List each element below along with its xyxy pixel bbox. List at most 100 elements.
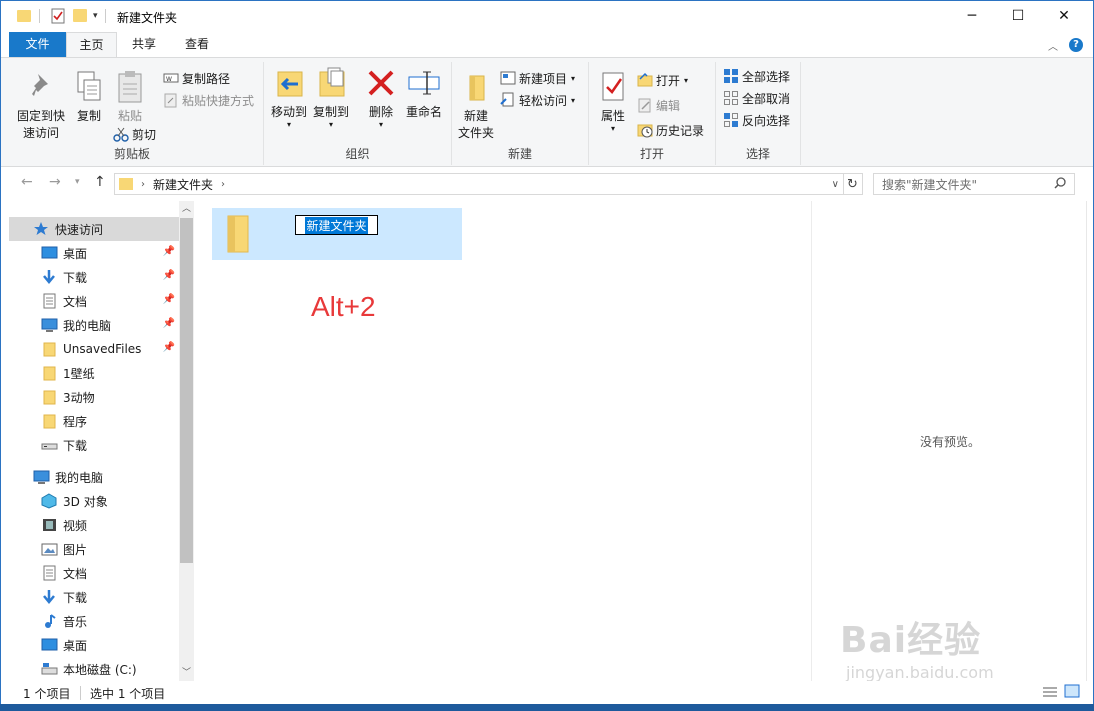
pin-icon[interactable]: 📌 [163,342,175,353]
close-button[interactable]: ✕ [1041,1,1087,31]
up-button[interactable]: ↑ [94,174,106,190]
sidebar-item[interactable]: 下载 [9,585,179,609]
history-clock-icon [637,122,653,138]
tab-view[interactable]: 查看 [171,32,223,57]
pin-quick-access-button[interactable]: 固定到快 速访问 [11,70,71,142]
nav-quick-access[interactable]: 快速访问 [9,217,179,241]
pin-icon[interactable]: 📌 [163,246,175,257]
edit-button[interactable]: 编辑 [637,95,680,115]
scroll-down-icon[interactable]: ﹀ [179,665,194,681]
sidebar-item[interactable]: 图片 [9,537,179,561]
edit-icon [637,97,653,113]
new-group-label: 新建 [507,147,532,161]
sidebar-item[interactable]: 我的电脑 📌 [9,313,179,337]
item-icon [41,637,58,653]
forward-button[interactable]: → [49,174,61,190]
minimize-button[interactable]: ─ [949,1,995,31]
divider [39,9,40,23]
nav-scrollbar-thumb[interactable] [180,218,193,563]
properties-quick-icon[interactable] [51,7,65,25]
item-icon [41,493,58,509]
customize-quick-access-icon[interactable]: ▾ [93,7,98,25]
nav-scrollbar[interactable]: ︿ ﹀ [179,201,194,681]
paste-shortcut-button[interactable]: 粘贴快捷方式 [163,90,254,110]
easy-access-button[interactable]: 轻松访问 ▾ [500,90,575,110]
move-to-button[interactable]: 移动到 ▾ [269,66,309,129]
list-item[interactable]: 新建文件夹 [212,208,462,260]
copy-icon [72,70,106,104]
navigation-pane: 快速访问 桌面 📌 下载 📌 文档 📌 我的电脑 📌 UnsavedFiles 📌 1壁纸 3动物 程序… [9,201,179,681]
paste-icon [113,70,147,104]
item-icon [41,269,58,285]
cut-button[interactable]: 剪切 [113,124,156,144]
search-icon [1054,177,1066,192]
address-dropdown-icon[interactable]: ∨ [832,179,839,190]
copy-button[interactable]: 复制 [71,70,107,125]
breadcrumb-chevron-icon: › [221,178,226,190]
item-icon [41,613,58,629]
item-icon [41,389,58,405]
rename-button[interactable]: 重命名 [402,66,446,121]
new-item-icon [500,70,516,86]
collapse-ribbon-icon[interactable]: ︿ [1048,38,1058,53]
file-list[interactable]: 新建文件夹 Alt+2 [196,201,811,681]
sidebar-item[interactable]: 下载 📌 [9,265,179,289]
sidebar-item[interactable]: 3D 对象 [9,489,179,513]
address-bar[interactable]: › 新建文件夹 › ∨ [114,173,844,195]
item-icon [41,437,58,453]
tab-home[interactable]: 主页 [66,32,117,57]
paste-button[interactable]: 粘贴 [111,70,149,125]
sidebar-item[interactable]: 文档 [9,561,179,585]
scissors-icon [113,126,129,142]
large-icons-view-icon[interactable] [1064,684,1080,701]
tab-file[interactable]: 文件 [9,32,66,57]
select-none-button[interactable]: 全部取消 [723,88,790,108]
new-folder-button[interactable]: 新建 文件夹 [456,70,496,142]
sidebar-item[interactable]: 文档 📌 [9,289,179,313]
copy-to-button[interactable]: 复制到 ▾ [311,66,351,129]
select-group-label: 选择 [745,147,770,161]
window-title: 新建文件夹 [117,11,178,25]
back-button[interactable]: ← [21,174,33,190]
pin-icon[interactable]: 📌 [163,294,175,305]
history-button[interactable]: 历史记录 [637,120,704,140]
refresh-button[interactable]: ↻ [843,173,863,195]
details-view-icon[interactable] [1042,685,1058,702]
pin-icon[interactable]: 📌 [163,270,175,281]
search-input[interactable]: 搜索"新建文件夹" [873,173,1075,195]
invert-selection-button[interactable]: 反向选择 [723,110,790,130]
organize-group: 移动到 ▾ 复制到 ▾ 删除 ▾ 重命名 组织 [264,62,452,165]
delete-button[interactable]: 删除 ▾ [362,66,400,129]
sidebar-item[interactable]: 本地磁盘 (C:) [9,657,179,681]
sidebar-item[interactable]: 桌面 📌 [9,241,179,265]
item-icon [41,293,58,309]
copy-path-button[interactable]: W 复制路径 [163,68,230,88]
new-item-button[interactable]: 新建项目 ▾ [500,68,575,88]
sidebar-item[interactable]: 桌面 [9,633,179,657]
properties-button[interactable]: 属性 ▾ [593,70,633,133]
sidebar-item[interactable]: 程序 [9,409,179,433]
sidebar-item[interactable]: 音乐 [9,609,179,633]
nav-this-pc[interactable]: 我的电脑 [9,465,179,489]
rename-input[interactable]: 新建文件夹 [295,215,378,235]
preview-pane: 没有预览。 Bai经验 jingyan.baidu.com [811,201,1087,682]
pin-icon[interactable]: 📌 [163,318,175,329]
open-button[interactable]: 打开 ▾ [637,70,688,90]
tab-share[interactable]: 共享 [119,32,169,57]
select-all-button[interactable]: 全部选择 [723,66,790,86]
sidebar-item[interactable]: 3动物 [9,385,179,409]
ribbon: 固定到快 速访问 复制 粘贴 W 复制路径 粘贴快捷方式 剪切 剪贴板 移动到 … [1,57,1093,167]
sidebar-item[interactable]: 1壁纸 [9,361,179,385]
maximize-button[interactable]: ☐ [995,1,1041,31]
help-icon[interactable]: ? [1069,38,1083,52]
sidebar-item[interactable]: 视频 [9,513,179,537]
breadcrumb-current[interactable]: 新建文件夹 [153,176,213,193]
folder-icon [222,214,252,257]
recent-locations-icon[interactable]: ▾ [75,177,80,187]
sidebar-item[interactable]: UnsavedFiles 📌 [9,337,179,361]
address-row: ← → ▾ ↑ › 新建文件夹 › ∨ ↻ 搜索"新建文件夹" [1,168,1093,200]
sidebar-item[interactable]: 下载 [9,433,179,457]
item-count: 1 个项目 [23,687,71,701]
scroll-up-icon[interactable]: ︿ [179,201,194,217]
new-group: 新建 文件夹 新建项目 ▾ 轻松访问 ▾ 新建 [452,62,589,165]
